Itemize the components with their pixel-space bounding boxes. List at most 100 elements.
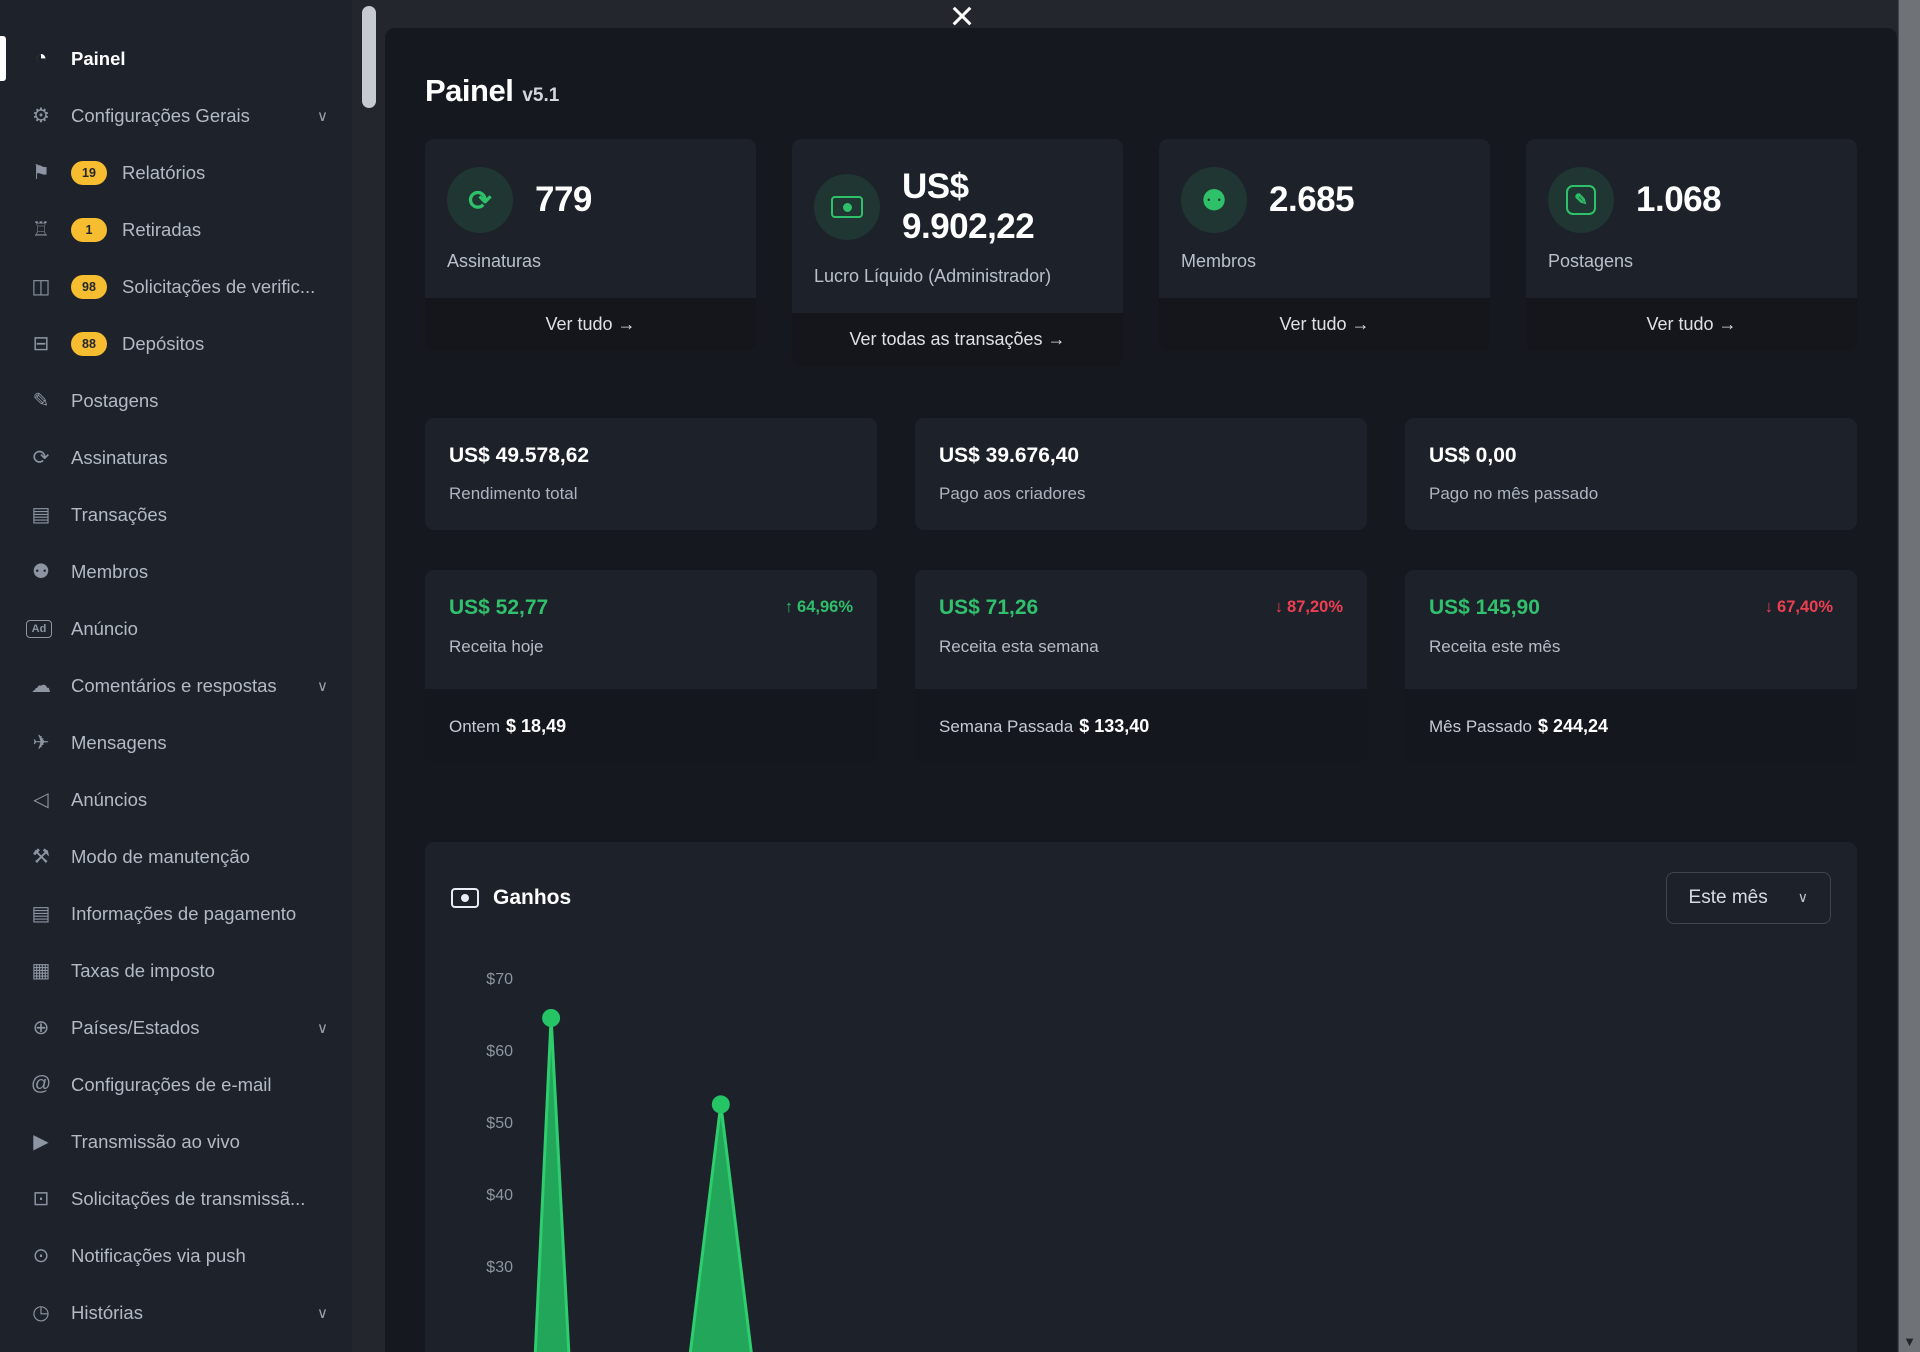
sidebar-item-comentarios-e-respostas[interactable]: ☁Comentários e respostas∨ xyxy=(0,657,352,714)
y-axis-label: $50 xyxy=(451,1115,513,1133)
money-bill-icon xyxy=(814,174,880,240)
sidebar-item-historias[interactable]: ◷Histórias∨ xyxy=(0,1284,352,1341)
chevron-down-icon: ∨ xyxy=(317,1304,328,1322)
y-axis-label: $40 xyxy=(451,1187,513,1205)
scroll-down-arrow-icon[interactable]: ▼ xyxy=(1899,1334,1920,1349)
flag-icon: ⚑ xyxy=(26,160,56,185)
gear-icon: ⚙ xyxy=(26,103,56,128)
total-label: Pago aos criadores xyxy=(939,484,1343,504)
stat-card-body: US$ 9.902,22Lucro Líquido (Administrador… xyxy=(792,139,1123,313)
stat-label: Postagens xyxy=(1548,251,1835,272)
previous-period: Semana Passada$ 133,40 xyxy=(915,689,1367,764)
stat-value: 1.068 xyxy=(1636,180,1721,220)
sidebar-item-label: Solicitações de transmissã... xyxy=(71,1188,305,1210)
revenue-row: US$ 52,77↑64,96% Receita hoje Ontem$ 18,49… xyxy=(425,570,1857,764)
sidebar-item-label: Configurações Gerais xyxy=(71,105,250,127)
view-all-button[interactable]: Ver tudo → xyxy=(1159,298,1490,351)
sidebar-item-label: Relatórios xyxy=(122,162,205,184)
revenue-label: Receita hoje xyxy=(449,637,853,657)
stat-value: 779 xyxy=(535,180,592,220)
change-percent-value: 64,96% xyxy=(797,598,853,616)
page-title: Painel xyxy=(425,73,513,109)
sidebar-item-label: Países/Estados xyxy=(71,1017,200,1039)
sidebar-item-label: Configurações de e-mail xyxy=(71,1074,272,1096)
earnings-chart-plot: $70$60$50$40$30 xyxy=(451,962,1831,1352)
stat-card-postagens: ✎ 1.068 Postagens Ver tudo → xyxy=(1526,139,1857,351)
stat-label: Membros xyxy=(1181,251,1468,272)
revenue-line: US$ 52,77↑64,96% xyxy=(449,596,853,620)
total-card-pago-aos-criadores: US$ 39.676,40Pago aos criadores xyxy=(915,418,1367,530)
sidebar-item-painel[interactable]: ◔Painel xyxy=(0,30,352,87)
total-card-pago-no-mes-passado: US$ 0,00Pago no mês passado xyxy=(1405,418,1857,530)
tax-icon: ▦ xyxy=(26,958,56,983)
sidebar-item-configuracoes-gerais[interactable]: ⚙Configurações Gerais∨ xyxy=(0,87,352,144)
users-icon: ⚉ xyxy=(26,559,56,584)
sidebar-item-anuncio[interactable]: AdAnúncio xyxy=(0,600,352,657)
sidebar-item-modo-de-manutencao[interactable]: ⚒Modo de manutenção xyxy=(0,828,352,885)
totals-row: US$ 49.578,62 Rendimento total US$ 39.676,… xyxy=(425,418,1857,530)
sidebar-item-label: Modo de manutenção xyxy=(71,846,250,868)
sidebar-item-mensagens[interactable]: ✈Mensagens xyxy=(0,714,352,771)
revenue-line: US$ 71,26↓87,20% xyxy=(939,596,1343,620)
screen-icon: ⊡ xyxy=(26,1186,56,1211)
stat-value: US$ 9.902,22 xyxy=(902,167,1101,248)
revenue-card-top: US$ 52,77↑64,96% Receita hoje xyxy=(425,570,877,689)
sidebar-item-transacoes[interactable]: ▤Transações xyxy=(0,486,352,543)
total-value: US$ 0,00 xyxy=(1429,444,1833,468)
period-dropdown[interactable]: Este mês ∨ xyxy=(1666,872,1831,924)
sidebar-item-label: Membros xyxy=(71,561,148,583)
stats-row: ⟳779AssinaturasVer tudo →US$ 9.902,22Luc… xyxy=(425,139,1857,366)
sidebar-item-taxas-de-imposto[interactable]: ▦Taxas de imposto xyxy=(0,942,352,999)
sidebar-item-label: Painel xyxy=(71,48,126,70)
view-all-button[interactable]: Ver tudo → xyxy=(1526,298,1857,351)
total-value: US$ 49.578,62 xyxy=(449,444,853,468)
sidebar-item-solicitacoes-de-transmissa[interactable]: ⊡ Solicitações de transmissã... xyxy=(0,1170,352,1227)
window-scrollbar[interactable]: ▼ xyxy=(1898,0,1920,1352)
sidebar: ◔Painel ⚙ Configurações Gerais ∨ ⚑19Relatóri… xyxy=(0,0,352,1352)
revenue-label: Receita esta semana xyxy=(939,637,1343,657)
sidebar-item-solicitacoes-de-verific[interactable]: ◫98Solicitações de verific... xyxy=(0,258,352,315)
sidebar-item-configuracoes-de-e-mail[interactable]: @ Configurações de e-mail xyxy=(0,1056,352,1113)
count-badge: 98 xyxy=(71,275,107,299)
revenue-label: Receita este mês xyxy=(1429,637,1833,657)
sidebar-item-paises-estados[interactable]: ⊕Países/Estados∨ xyxy=(0,999,352,1056)
revenue-card-receita-esta-semana: US$ 71,26↓87,20% Receita esta semana Seman… xyxy=(915,570,1367,764)
sidebar-item-notificacoes-via-push[interactable]: ⊙Notificações via push xyxy=(0,1227,352,1284)
sidebar-item-anuncios[interactable]: ◁Anúncios xyxy=(0,771,352,828)
view-all-button[interactable]: Ver tudo → xyxy=(425,298,756,351)
sidebar-item-assinaturas[interactable]: ⟳Assinaturas xyxy=(0,429,352,486)
money-bill-icon xyxy=(451,888,479,908)
sidebar-item-postagens[interactable]: ✎Postagens xyxy=(0,372,352,429)
stat-card-body: ✎ 1.068 Postagens xyxy=(1526,139,1857,298)
at-icon: @ xyxy=(26,1073,56,1096)
chart-title-wrap: Ganhos xyxy=(451,886,571,910)
y-axis-label: $70 xyxy=(451,971,513,989)
edit-glyph: ✎ xyxy=(1566,185,1596,215)
sidebar-item-informacoes-de-pagamento[interactable]: ▤Informações de pagamento xyxy=(0,885,352,942)
bank-icon: ♖ xyxy=(26,217,56,242)
y-axis-label: $60 xyxy=(451,1043,513,1061)
previous-period-value: $ 133,40 xyxy=(1079,716,1149,736)
sidebar-item-retiradas[interactable]: ♖1Retiradas xyxy=(0,201,352,258)
revenue-card-top: US$ 71,26↓87,20% Receita esta semana xyxy=(915,570,1367,689)
revenue-value: US$ 145,90 xyxy=(1429,596,1540,620)
sidebar-item-label: Transações xyxy=(71,504,167,526)
earnings-area-chart xyxy=(529,962,1831,1352)
previous-period: Mês Passado$ 244,24 xyxy=(1405,689,1857,764)
sidebar-item-depositos[interactable]: ⊟88Depósitos xyxy=(0,315,352,372)
total-label: Rendimento total xyxy=(449,484,853,504)
revenue-card-top: US$ 145,90↓67,40%Receita este mês xyxy=(1405,570,1857,689)
sidebar-item-membros[interactable]: ⚉ Membros xyxy=(0,543,352,600)
chart-title: Ganhos xyxy=(493,886,571,910)
stat-card-assinaturas: ⟳779AssinaturasVer tudo → xyxy=(425,139,756,351)
count-badge: 88 xyxy=(71,332,107,356)
stat-card-top: ⟳779 xyxy=(447,167,734,233)
sidebar-item-transmissao-ao-vivo[interactable]: ▶Transmissão ao vivo xyxy=(0,1113,352,1170)
view-all-button[interactable]: Ver todas as transações → xyxy=(792,313,1123,366)
dashboard-panel: Painel v5.1 ⟳779AssinaturasVer tudo →US$… xyxy=(385,28,1897,1352)
sidebar-scrollbar-thumb[interactable] xyxy=(362,6,376,108)
change-percent: ↑64,96% xyxy=(785,598,853,617)
previous-period: Ontem$ 18,49 xyxy=(425,689,877,764)
stat-card-lucro-liquido-administrador: US$ 9.902,22Lucro Líquido (Administrador… xyxy=(792,139,1123,366)
sidebar-item-relatorios[interactable]: ⚑19Relatórios xyxy=(0,144,352,201)
